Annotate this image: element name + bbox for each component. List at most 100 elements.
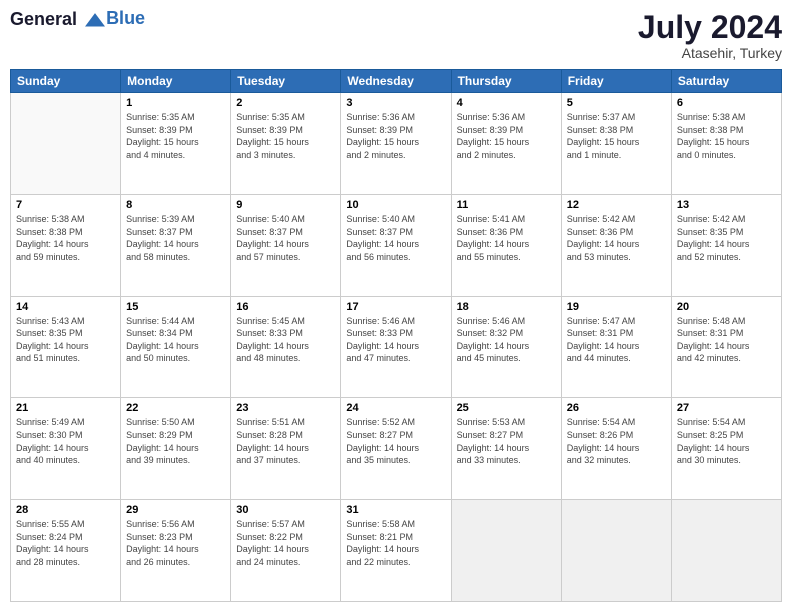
day-info: Sunrise: 5:42 AM Sunset: 8:36 PM Dayligh… (567, 213, 666, 263)
day-number: 21 (16, 402, 115, 414)
day-number: 23 (236, 402, 335, 414)
day-number: 18 (457, 301, 556, 313)
day-info: Sunrise: 5:42 AM Sunset: 8:35 PM Dayligh… (677, 213, 776, 263)
day-number: 28 (16, 504, 115, 516)
day-info: Sunrise: 5:57 AM Sunset: 8:22 PM Dayligh… (236, 518, 335, 568)
day-number: 9 (236, 199, 335, 211)
calendar-cell: 19 Sunrise: 5:47 AM Sunset: 8:31 PM Dayli… (561, 296, 671, 398)
calendar-cell: 30Sunrise: 5:57 AM Sunset: 8:22 PM Dayli… (231, 500, 341, 602)
day-number: 6 (677, 97, 776, 109)
day-number: 29 (126, 504, 225, 516)
day-number: 26 (567, 402, 666, 414)
day-info: Sunrise: 5:37 AM Sunset: 8:38 PM Dayligh… (567, 111, 666, 161)
day-info: Sunrise: 5:49 AM Sunset: 8:30 PM Dayligh… (16, 416, 115, 466)
calendar-cell: 7Sunrise: 5:38 AM Sunset: 8:38 PM Daylig… (11, 194, 121, 296)
calendar-weekday-monday: Monday (121, 70, 231, 93)
day-number: 20 (677, 301, 776, 313)
calendar-header-row: SundayMondayTuesdayWednesdayThursdayFrid… (11, 70, 782, 93)
calendar-cell: 12 Sunrise: 5:42 AM Sunset: 8:36 PM Dayli… (561, 194, 671, 296)
calendar-weekday-saturday: Saturday (671, 70, 781, 93)
day-number: 4 (457, 97, 556, 109)
day-number: 16 (236, 301, 335, 313)
day-info: Sunrise: 5:35 AM Sunset: 8:39 PM Dayligh… (236, 111, 335, 161)
calendar-cell: 13 Sunrise: 5:42 AM Sunset: 8:35 PM Dayli… (671, 194, 781, 296)
location: Atasehir, Turkey (638, 45, 782, 61)
day-info: Sunrise: 5:47 AM Sunset: 8:31 PM Dayligh… (567, 315, 666, 365)
day-number: 24 (346, 402, 445, 414)
calendar-cell: 22Sunrise: 5:50 AM Sunset: 8:29 PM Dayli… (121, 398, 231, 500)
calendar-table: SundayMondayTuesdayWednesdayThursdayFrid… (10, 69, 782, 602)
calendar-cell: 4 Sunrise: 5:36 AM Sunset: 8:39 PM Daylig… (451, 93, 561, 195)
calendar-cell: 27 Sunrise: 5:54 AM Sunset: 8:25 PM Dayli… (671, 398, 781, 500)
calendar-cell: 29 Sunrise: 5:56 AM Sunset: 8:23 PM Dayli… (121, 500, 231, 602)
day-info: Sunrise: 5:40 AM Sunset: 8:37 PM Dayligh… (236, 213, 335, 263)
day-info: Sunrise: 5:48 AM Sunset: 8:31 PM Dayligh… (677, 315, 776, 365)
calendar-cell: 23 Sunrise: 5:51 AM Sunset: 8:28 PM Dayli… (231, 398, 341, 500)
calendar-cell (671, 500, 781, 602)
calendar-week-row: 7Sunrise: 5:38 AM Sunset: 8:38 PM Daylig… (11, 194, 782, 296)
calendar-cell: 28 Sunrise: 5:55 AM Sunset: 8:24 PM Dayli… (11, 500, 121, 602)
day-info: Sunrise: 5:38 AM Sunset: 8:38 PM Dayligh… (677, 111, 776, 161)
day-info: Sunrise: 5:39 AM Sunset: 8:37 PM Dayligh… (126, 213, 225, 263)
calendar-cell: 9 Sunrise: 5:40 AM Sunset: 8:37 PM Daylig… (231, 194, 341, 296)
calendar-cell: 25Sunrise: 5:53 AM Sunset: 8:27 PM Dayli… (451, 398, 561, 500)
day-info: Sunrise: 5:43 AM Sunset: 8:35 PM Dayligh… (16, 315, 115, 365)
calendar-cell: 18 Sunrise: 5:46 AM Sunset: 8:32 PM Dayli… (451, 296, 561, 398)
day-info: Sunrise: 5:46 AM Sunset: 8:33 PM Dayligh… (346, 315, 445, 365)
day-info: Sunrise: 5:40 AM Sunset: 8:37 PM Dayligh… (346, 213, 445, 263)
day-info: Sunrise: 5:35 AM Sunset: 8:39 PM Dayligh… (126, 111, 225, 161)
calendar-weekday-thursday: Thursday (451, 70, 561, 93)
day-number: 13 (677, 199, 776, 211)
calendar-cell: 24 Sunrise: 5:52 AM Sunset: 8:27 PM Dayli… (341, 398, 451, 500)
logo-blue: Blue (106, 8, 145, 28)
day-number: 31 (346, 504, 445, 516)
page: General Blue July 2024 Atasehir, Turkey … (0, 0, 792, 612)
calendar-cell: 11 Sunrise: 5:41 AM Sunset: 8:36 PM Dayli… (451, 194, 561, 296)
calendar-cell: 5 Sunrise: 5:37 AM Sunset: 8:38 PM Daylig… (561, 93, 671, 195)
calendar-week-row: 28 Sunrise: 5:55 AM Sunset: 8:24 PM Dayli… (11, 500, 782, 602)
day-number: 22 (126, 402, 225, 414)
day-number: 14 (16, 301, 115, 313)
day-info: Sunrise: 5:54 AM Sunset: 8:25 PM Dayligh… (677, 416, 776, 466)
day-info: Sunrise: 5:41 AM Sunset: 8:36 PM Dayligh… (457, 213, 556, 263)
day-info: Sunrise: 5:45 AM Sunset: 8:33 PM Dayligh… (236, 315, 335, 365)
calendar-cell: 20 Sunrise: 5:48 AM Sunset: 8:31 PM Dayli… (671, 296, 781, 398)
day-info: Sunrise: 5:36 AM Sunset: 8:39 PM Dayligh… (457, 111, 556, 161)
calendar-cell: 31 Sunrise: 5:58 AM Sunset: 8:21 PM Dayli… (341, 500, 451, 602)
logo: General Blue (10, 10, 145, 30)
calendar-cell: 16 Sunrise: 5:45 AM Sunset: 8:33 PM Dayli… (231, 296, 341, 398)
calendar-weekday-tuesday: Tuesday (231, 70, 341, 93)
day-info: Sunrise: 5:44 AM Sunset: 8:34 PM Dayligh… (126, 315, 225, 365)
day-info: Sunrise: 5:56 AM Sunset: 8:23 PM Dayligh… (126, 518, 225, 568)
calendar-cell: 8 Sunrise: 5:39 AM Sunset: 8:37 PM Daylig… (121, 194, 231, 296)
calendar-week-row: 14 Sunrise: 5:43 AM Sunset: 8:35 PM Dayli… (11, 296, 782, 398)
calendar-cell: 10Sunrise: 5:40 AM Sunset: 8:37 PM Dayli… (341, 194, 451, 296)
day-info: Sunrise: 5:55 AM Sunset: 8:24 PM Dayligh… (16, 518, 115, 568)
calendar-cell: 21 Sunrise: 5:49 AM Sunset: 8:30 PM Dayli… (11, 398, 121, 500)
calendar-week-row: 21 Sunrise: 5:49 AM Sunset: 8:30 PM Dayli… (11, 398, 782, 500)
calendar-cell: 14 Sunrise: 5:43 AM Sunset: 8:35 PM Dayli… (11, 296, 121, 398)
calendar-cell: 15Sunrise: 5:44 AM Sunset: 8:34 PM Dayli… (121, 296, 231, 398)
day-number: 8 (126, 199, 225, 211)
day-info: Sunrise: 5:52 AM Sunset: 8:27 PM Dayligh… (346, 416, 445, 466)
day-number: 11 (457, 199, 556, 211)
day-number: 2 (236, 97, 335, 109)
day-info: Sunrise: 5:58 AM Sunset: 8:21 PM Dayligh… (346, 518, 445, 568)
day-number: 5 (567, 97, 666, 109)
day-number: 3 (346, 97, 445, 109)
header: General Blue July 2024 Atasehir, Turkey (10, 10, 782, 61)
day-number: 27 (677, 402, 776, 414)
day-number: 1 (126, 97, 225, 109)
day-info: Sunrise: 5:46 AM Sunset: 8:32 PM Dayligh… (457, 315, 556, 365)
calendar-weekday-wednesday: Wednesday (341, 70, 451, 93)
month-year: July 2024 (638, 10, 782, 45)
day-number: 19 (567, 301, 666, 313)
calendar-cell: 17Sunrise: 5:46 AM Sunset: 8:33 PM Dayli… (341, 296, 451, 398)
day-info: Sunrise: 5:51 AM Sunset: 8:28 PM Dayligh… (236, 416, 335, 466)
calendar-cell: 2 Sunrise: 5:35 AM Sunset: 8:39 PM Daylig… (231, 93, 341, 195)
calendar-cell: 6 Sunrise: 5:38 AM Sunset: 8:38 PM Daylig… (671, 93, 781, 195)
calendar-weekday-friday: Friday (561, 70, 671, 93)
title-block: July 2024 Atasehir, Turkey (638, 10, 782, 61)
calendar-cell: 26Sunrise: 5:54 AM Sunset: 8:26 PM Dayli… (561, 398, 671, 500)
day-number: 12 (567, 199, 666, 211)
